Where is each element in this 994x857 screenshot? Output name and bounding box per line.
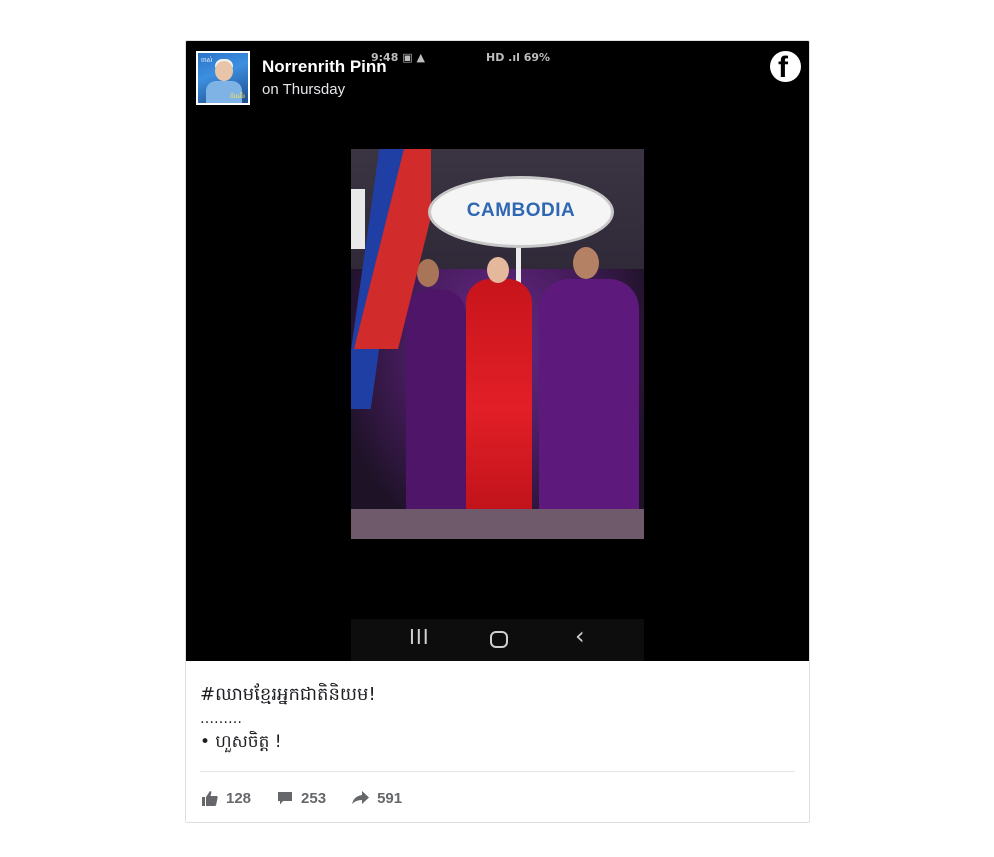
- facebook-icon[interactable]: f: [770, 51, 801, 84]
- comment-stat[interactable]: 253: [277, 790, 326, 807]
- facebook-post-card: ចាស់ ដំណើរ Norrenrith Pinn on Thursday 9…: [185, 40, 810, 823]
- comment-count: 253: [301, 789, 327, 807]
- comment-icon: [278, 791, 293, 804]
- post-photo[interactable]: CAMBODIA: [351, 149, 644, 539]
- phone-status-battery: HD .ıl 69%: [486, 51, 551, 64]
- phone-status-time: 9:48 ▣ ▲: [371, 51, 425, 64]
- country-sign-text: CAMBODIA: [466, 200, 576, 221]
- like-count: 128: [226, 789, 252, 807]
- caption-line: #ឈាមខ្មែរអ្នកជាតិនិយម!: [200, 684, 376, 705]
- flag-bearer-figure: [466, 279, 532, 539]
- share-stat[interactable]: 591: [352, 790, 402, 807]
- post-time[interactable]: on Thursday: [262, 81, 345, 98]
- thumbs-up-icon: [202, 790, 218, 806]
- cambodia-flag: [351, 149, 431, 409]
- post-stats: 128 253 591: [202, 787, 428, 809]
- post-caption: #ឈាមខ្មែរអ្នកជាតិនិយម! ……… • ហួសចិត្ត !: [200, 681, 795, 755]
- android-nav-bar: III ‹: [351, 619, 644, 661]
- country-sign: CAMBODIA: [428, 176, 614, 248]
- warning-icon: ▲: [416, 51, 425, 64]
- divider: [200, 771, 795, 772]
- caption-line: • ហួសចិត្ត !: [200, 732, 282, 752]
- post-media[interactable]: ចាស់ ដំណើរ Norrenrith Pinn on Thursday 9…: [186, 41, 809, 661]
- caption-line: ………: [200, 711, 242, 727]
- share-count: 591: [377, 789, 403, 807]
- avatar-caption-bottom: ដំណើរ: [230, 93, 245, 100]
- author-avatar[interactable]: ចាស់ ដំណើរ: [196, 51, 250, 105]
- home-icon: [490, 631, 508, 648]
- avatar-caption-top: ចាស់: [201, 57, 213, 64]
- like-stat[interactable]: 128: [202, 790, 251, 807]
- share-arrow-icon: [352, 791, 370, 804]
- author-name[interactable]: Norrenrith Pinn: [262, 57, 387, 77]
- back-icon: ‹: [575, 622, 585, 650]
- athlete-figure: [539, 279, 639, 519]
- recent-apps-icon: III: [409, 625, 430, 649]
- message-icon: ▣: [402, 51, 413, 64]
